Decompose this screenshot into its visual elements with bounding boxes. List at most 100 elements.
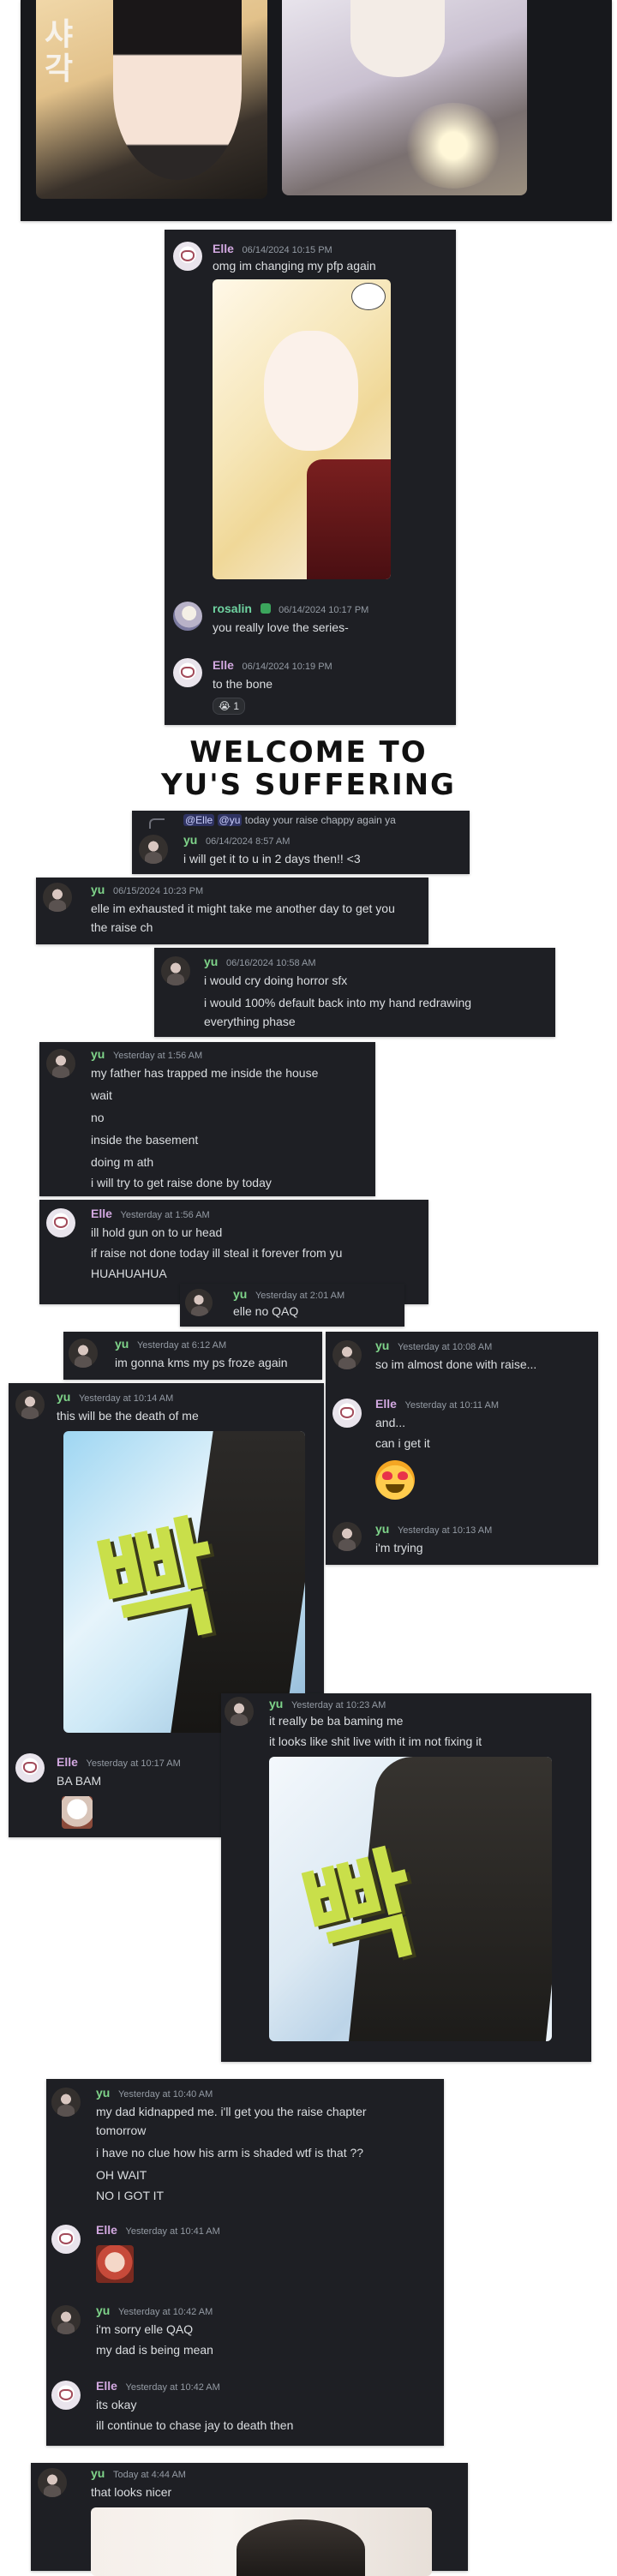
message-text: the raise ch — [91, 920, 153, 934]
chat-card: yu Yesterday at 10:08 AM so im almost do… — [326, 1332, 598, 1565]
manga-panel-left[interactable]: 샤각 — [36, 0, 267, 199]
yu-avatar[interactable] — [161, 956, 190, 985]
elle-avatar[interactable] — [46, 1208, 75, 1237]
elle-avatar[interactable] — [51, 2381, 81, 2410]
sender-name[interactable]: Elle — [57, 1755, 78, 1769]
timestamp: Yesterday at 2:01 AM — [255, 1291, 345, 1301]
timestamp: 06/14/2024 10:17 PM — [279, 605, 369, 615]
elle-avatar[interactable] — [173, 658, 202, 687]
timestamp: Yesterday at 10:17 AM — [86, 1758, 181, 1769]
sticker-image[interactable] — [96, 2245, 134, 2283]
chat-card-image: yu Yesterday at 10:23 AM it really be ba… — [221, 1693, 591, 2062]
heading-line-1: WELCOME TO — [189, 735, 428, 770]
timestamp: 06/15/2024 10:23 PM — [112, 886, 204, 896]
message-text: my father has trapped me inside the hous… — [91, 1066, 319, 1080]
mention[interactable]: @yu — [217, 814, 243, 826]
sender-name[interactable]: yu — [91, 1047, 105, 1061]
message-text: elle im exhausted it might take me anoth… — [91, 902, 395, 915]
reaction-button[interactable]: 😭 1 — [213, 698, 246, 715]
elle-avatar[interactable] — [51, 2225, 81, 2254]
message-text: everything phase — [204, 1015, 296, 1028]
sender-name[interactable]: Elle — [91, 1207, 112, 1220]
sender-name[interactable]: yu — [115, 1337, 129, 1351]
sender-name[interactable]: yu — [375, 1339, 389, 1352]
chat-card: yu Yesterday at 10:40 AM my dad kidnappe… — [46, 2079, 444, 2446]
reply-preview[interactable]: @Elle @yu today your raise chappy again … — [183, 814, 396, 826]
timestamp: Yesterday at 10:08 AM — [397, 1342, 493, 1352]
message-text: no — [91, 1111, 105, 1124]
message-text: so im almost done with raise... — [375, 1357, 537, 1371]
sender-name[interactable]: Elle — [375, 1397, 397, 1411]
sender-name[interactable]: yu — [96, 2303, 110, 2317]
message-text: ill hold gun on to ur head — [91, 1225, 223, 1239]
sender-name[interactable]: yu — [233, 1287, 247, 1301]
timestamp: Yesterday at 10:14 AM — [78, 1393, 174, 1404]
elle-avatar[interactable] — [332, 1399, 362, 1428]
sticker-image[interactable] — [62, 1796, 93, 1829]
reply-arrow-icon — [149, 818, 165, 829]
pfp-image-attachment[interactable] — [213, 279, 391, 579]
sender-name[interactable]: yu — [269, 1697, 283, 1710]
sender-name[interactable]: yu — [91, 2466, 105, 2480]
verified-badge-icon — [260, 603, 271, 614]
sender-name[interactable]: yu — [96, 2086, 110, 2100]
timestamp: 06/16/2024 10:58 AM — [225, 958, 316, 968]
yu-avatar[interactable] — [46, 1049, 75, 1078]
sender-name[interactable]: yu — [375, 1522, 389, 1536]
chat-card: yu Yesterday at 6:12 AM im gonna kms my … — [63, 1332, 322, 1380]
heading-line-2: YU'S SUFFERING — [161, 768, 456, 802]
message-text: inside the basement — [91, 1133, 199, 1147]
timestamp: Yesterday at 6:12 AM — [136, 1340, 227, 1351]
sender-name[interactable]: rosalin — [213, 602, 252, 615]
message-text: elle no QAQ — [233, 1304, 299, 1318]
message-text: you really love the series- — [213, 620, 349, 634]
chat-card: yu 06/16/2024 10:58 AM i would cry doing… — [154, 948, 555, 1037]
message-text: i would 100% default back into my hand r… — [204, 996, 472, 1009]
message-text: my dad is being mean — [96, 2343, 213, 2357]
reply-author[interactable]: @Elle — [183, 814, 215, 826]
message-text: i would cry doing horror sfx — [204, 973, 348, 987]
timestamp: 06/14/2024 10:15 PM — [242, 245, 332, 255]
sender-name[interactable]: Elle — [213, 658, 234, 672]
sender-name[interactable]: yu — [57, 1390, 70, 1404]
sender-name[interactable]: yu — [183, 833, 197, 847]
reply-text: today your raise chappy again ya — [244, 814, 396, 826]
manga-image-attachment[interactable]: 빡 — [63, 1431, 305, 1733]
chat-card: yu Yesterday at 1:56 AM my father has tr… — [39, 1042, 375, 1196]
message-text: OH WAIT — [96, 2168, 147, 2182]
sender-name[interactable]: Elle — [213, 242, 234, 255]
message-text: doing m ath — [91, 1155, 154, 1169]
timestamp: Yesterday at 10:13 AM — [397, 1525, 493, 1536]
elle-avatar[interactable] — [173, 242, 202, 271]
yu-avatar[interactable] — [332, 1340, 362, 1369]
yu-avatar[interactable] — [69, 1339, 98, 1368]
timestamp: 06/14/2024 8:57 AM — [205, 836, 291, 847]
yu-avatar[interactable] — [38, 2468, 67, 2497]
yu-avatar[interactable] — [332, 1522, 362, 1551]
manga-image-attachment[interactable] — [91, 2507, 432, 2576]
yu-avatar[interactable] — [51, 2305, 81, 2334]
rosalin-avatar[interactable] — [173, 602, 202, 631]
yu-avatar[interactable] — [15, 1390, 45, 1419]
message-text: wait — [91, 1088, 112, 1102]
yu-avatar[interactable] — [51, 2088, 81, 2117]
sender-name[interactable]: yu — [204, 955, 218, 968]
message-text: if raise not done today ill steal it for… — [91, 1246, 343, 1260]
manga-panel-right[interactable] — [282, 0, 527, 195]
sender-name[interactable]: Elle — [96, 2223, 117, 2237]
message-text: i'm sorry elle QAQ — [96, 2322, 194, 2336]
sender-name[interactable]: Elle — [96, 2379, 117, 2393]
sender-name[interactable]: yu — [91, 883, 105, 896]
message-text: ill continue to chase jay to death then — [96, 2418, 294, 2432]
message-text: it looks like shit live with it im not f… — [269, 1734, 482, 1748]
message-text: can i get it — [375, 1436, 430, 1450]
chat-card: yu Yesterday at 2:01 AM elle no QAQ — [180, 1284, 404, 1327]
message-text: omg im changing my pfp again — [213, 259, 376, 273]
elle-avatar[interactable] — [15, 1753, 45, 1782]
yu-avatar[interactable] — [43, 883, 72, 912]
manga-image-attachment[interactable]: 빡 — [269, 1757, 552, 2041]
yu-avatar[interactable] — [139, 835, 168, 864]
yu-avatar[interactable] — [185, 1289, 213, 1316]
message-text: HUAHUAHUA — [91, 1267, 167, 1280]
yu-avatar[interactable] — [225, 1697, 254, 1726]
